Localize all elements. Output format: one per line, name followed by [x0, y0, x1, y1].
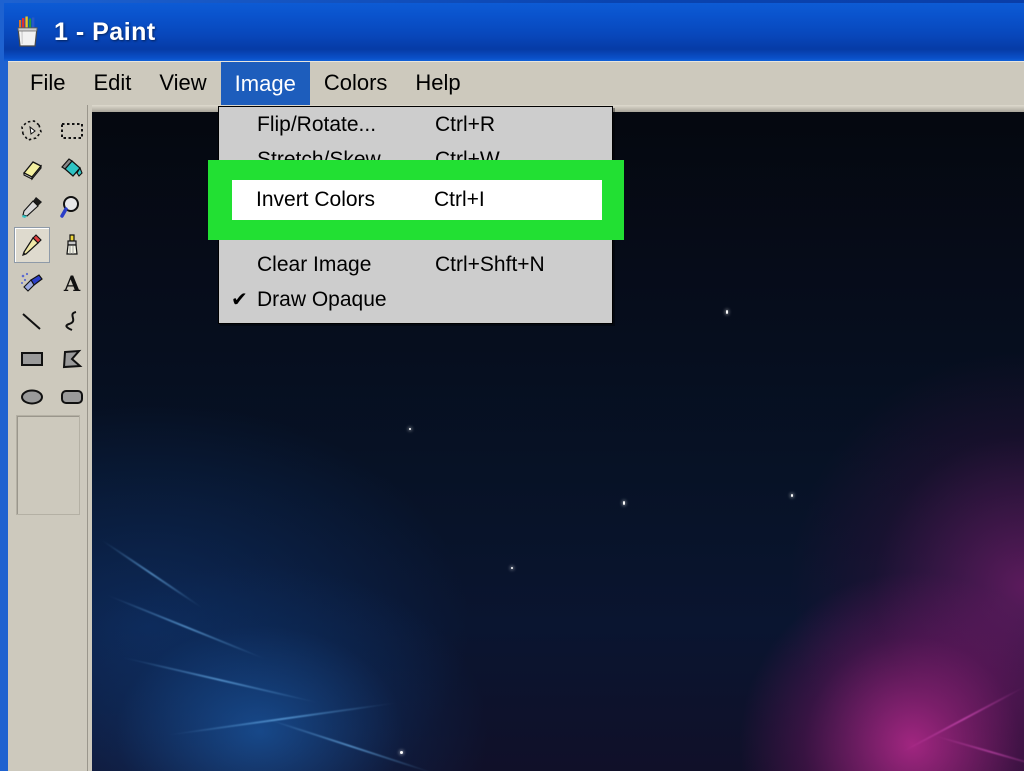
- canvas-wisp: [932, 734, 1024, 770]
- color-picker-tool[interactable]: [14, 189, 50, 225]
- menu-item-flip-rotate[interactable]: Flip/Rotate... Ctrl+R: [219, 107, 612, 142]
- paint-application-window: 1 - Paint File Edit View Image Colors He…: [0, 0, 1024, 771]
- titlebar[interactable]: 1 - Paint: [4, 3, 1024, 61]
- rounded-rectangle-tool[interactable]: [54, 379, 90, 415]
- menu-item-accel: Ctrl+R: [435, 112, 496, 136]
- polygon-tool[interactable]: [54, 341, 90, 377]
- canvas-wisp: [122, 656, 318, 704]
- curve-tool[interactable]: [54, 303, 90, 339]
- menu-item-clear-image[interactable]: Clear Image Ctrl+Shft+N: [219, 247, 612, 282]
- menu-help[interactable]: Help: [401, 66, 474, 102]
- canvas-star: [408, 428, 411, 431]
- canvas-star: [725, 309, 728, 314]
- canvas-star: [511, 566, 514, 569]
- tool-options-panel: [16, 415, 80, 515]
- menu-item-label: Flip/Rotate...: [257, 112, 377, 136]
- canvas-star: [399, 751, 403, 755]
- canvas-star: [623, 500, 626, 505]
- menu-view[interactable]: View: [145, 66, 220, 102]
- canvas-star: [791, 494, 793, 498]
- canvas-wisp: [263, 716, 436, 771]
- menu-image[interactable]: Image: [220, 61, 310, 106]
- checkmark-icon: ✔: [231, 288, 248, 311]
- paint-cup-icon: [14, 16, 42, 48]
- free-form-select-tool[interactable]: [14, 113, 50, 149]
- eraser-tool[interactable]: [14, 151, 50, 187]
- rectangle-select-tool[interactable]: [54, 113, 90, 149]
- pencil-tool[interactable]: [14, 227, 50, 263]
- airbrush-tool[interactable]: [14, 265, 50, 301]
- fill-tool[interactable]: [54, 151, 90, 187]
- rectangle-tool[interactable]: [14, 341, 50, 377]
- menu-colors[interactable]: Colors: [310, 66, 402, 102]
- text-tool[interactable]: A: [54, 265, 90, 301]
- annotation-item-label: Invert Colors: [256, 188, 376, 211]
- annotation-highlighted-menu-item[interactable]: Invert Colors Ctrl+I: [232, 180, 602, 220]
- menu-item-label: Draw Opaque: [257, 287, 387, 311]
- window-title: 1 - Paint: [54, 17, 156, 46]
- canvas-wisp: [167, 702, 396, 737]
- toolbox: A: [8, 105, 88, 771]
- menu-edit[interactable]: Edit: [79, 66, 145, 102]
- menu-item-accel: Ctrl+Shft+N: [435, 252, 545, 276]
- line-tool[interactable]: [14, 303, 50, 339]
- menubar: File Edit View Image Colors Help: [8, 61, 1024, 106]
- svg-text:A: A: [63, 271, 81, 296]
- brush-tool[interactable]: [54, 227, 90, 263]
- magnifier-tool[interactable]: [54, 189, 90, 225]
- menu-item-label: Clear Image: [257, 252, 372, 276]
- menu-item-draw-opaque[interactable]: ✔ Draw Opaque: [219, 282, 612, 317]
- ellipse-tool[interactable]: [14, 379, 50, 415]
- annotation-item-accel: Ctrl+I: [434, 188, 485, 211]
- canvas-wisp: [107, 594, 266, 660]
- menu-file[interactable]: File: [16, 66, 79, 102]
